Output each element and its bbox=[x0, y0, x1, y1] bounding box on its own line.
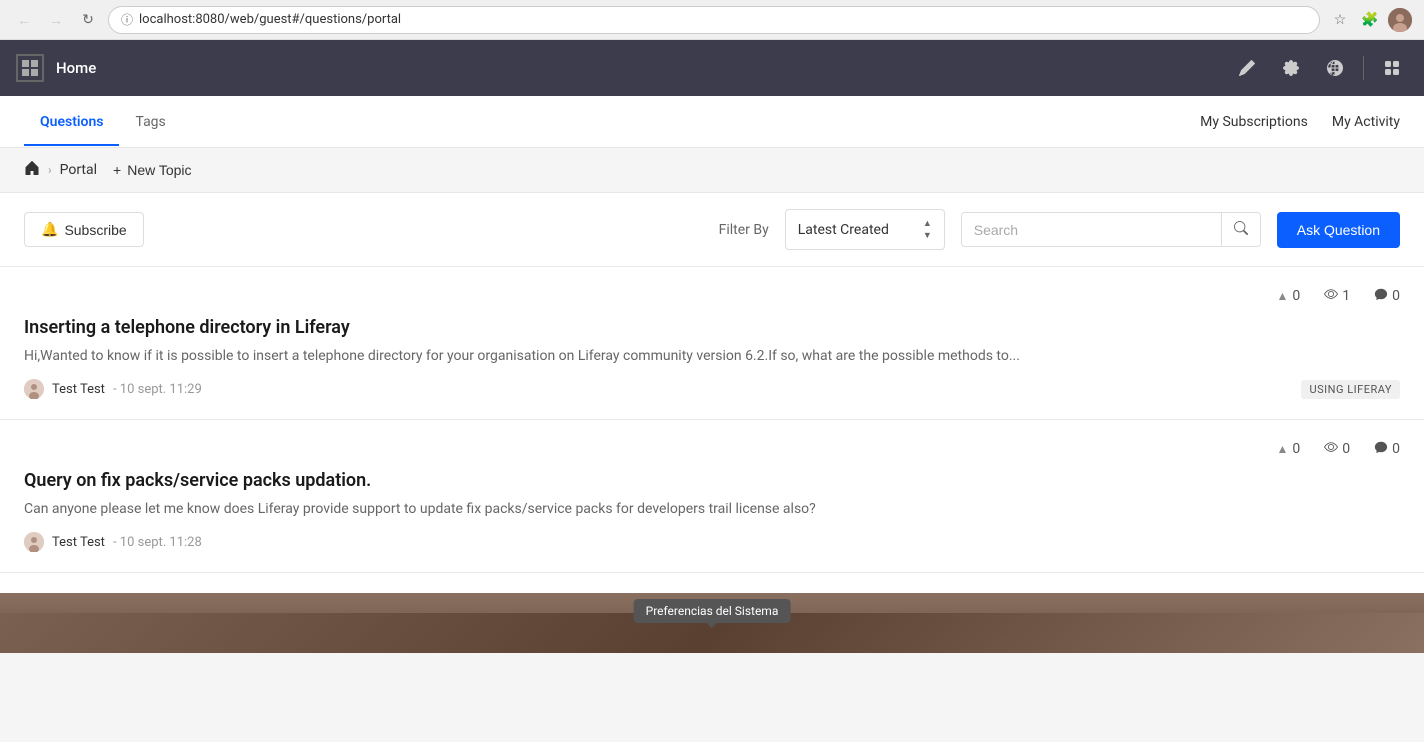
comments-stat: 0 bbox=[1374, 287, 1400, 305]
tab-tags[interactable]: Tags bbox=[119, 98, 181, 146]
filter-selected-value: Latest Created bbox=[798, 222, 919, 238]
filter-by-label: Filter By bbox=[719, 222, 769, 238]
nav-actions: My Subscriptions My Activity bbox=[1200, 114, 1400, 130]
footer-area: Preferencias del Sistema bbox=[0, 593, 1424, 653]
app-logo[interactable] bbox=[16, 54, 44, 82]
profile-button[interactable] bbox=[1388, 8, 1412, 32]
question-meta-top: ▲ 0 0 bbox=[24, 440, 1400, 458]
upvote-icon: ▲ bbox=[1276, 289, 1288, 303]
breadcrumb-portal[interactable]: Portal bbox=[60, 162, 97, 178]
search-input[interactable] bbox=[962, 214, 1221, 246]
tab-questions[interactable]: Questions bbox=[24, 98, 119, 146]
reload-button[interactable]: ↻ bbox=[76, 8, 100, 32]
navbar-divider bbox=[1363, 56, 1364, 80]
filter-select[interactable]: Latest Created ▲ ▼ bbox=[785, 209, 945, 250]
eye-icon bbox=[1324, 287, 1338, 305]
url-text: localhost:8080/web/guest#/questions/port… bbox=[139, 12, 1307, 27]
filter-bar: 🔔 Subscribe Filter By Latest Created ▲ ▼… bbox=[0, 193, 1424, 267]
system-preferences-tooltip: Preferencias del Sistema bbox=[634, 599, 791, 623]
globe-icon-button[interactable] bbox=[1319, 52, 1351, 84]
breadcrumb-chevron: › bbox=[48, 163, 52, 177]
views-stat: 0 bbox=[1324, 440, 1350, 458]
plus-icon: + bbox=[113, 162, 121, 178]
question-title[interactable]: Inserting a telephone directory in Lifer… bbox=[24, 317, 1400, 338]
author-avatar bbox=[24, 379, 44, 399]
question-footer: Test Test - 10 sept. 11:28 bbox=[24, 532, 1400, 552]
new-topic-label: New Topic bbox=[127, 162, 191, 178]
comment-icon bbox=[1374, 287, 1388, 305]
votes-stat: ▲ 0 bbox=[1276, 288, 1300, 304]
subscribe-label: Subscribe bbox=[64, 222, 126, 238]
comments-count: 0 bbox=[1392, 288, 1400, 304]
forward-button[interactable]: → bbox=[44, 8, 68, 32]
question-item: ▲ 0 0 bbox=[0, 420, 1424, 573]
votes-count: 0 bbox=[1292, 441, 1300, 457]
home-breadcrumb-icon[interactable] bbox=[24, 160, 40, 180]
bookmark-star-button[interactable]: ☆ bbox=[1328, 8, 1352, 32]
question-footer: Test Test - 10 sept. 11:29 USING LIFERAY bbox=[24, 379, 1400, 399]
question-meta-top: ▲ 0 1 bbox=[24, 287, 1400, 305]
user-avatar bbox=[1388, 8, 1412, 32]
browser-actions: ☆ 🧩 bbox=[1328, 8, 1412, 32]
home-link[interactable]: Home bbox=[56, 59, 96, 77]
browser-chrome: ← → ↻ ⓘ localhost:8080/web/guest#/questi… bbox=[0, 0, 1424, 40]
eye-icon bbox=[1324, 440, 1338, 458]
comments-count: 0 bbox=[1392, 441, 1400, 457]
new-topic-button[interactable]: + New Topic bbox=[113, 162, 192, 178]
bell-icon: 🔔 bbox=[41, 221, 58, 238]
votes-count: 0 bbox=[1292, 288, 1300, 304]
top-navbar: Home bbox=[0, 40, 1424, 96]
sub-navigation: Questions Tags My Subscriptions My Activ… bbox=[0, 96, 1424, 148]
question-date: - 10 sept. 11:28 bbox=[113, 535, 202, 550]
questions-list: ▲ 0 1 bbox=[0, 267, 1424, 573]
author-avatar bbox=[24, 532, 44, 552]
search-button[interactable] bbox=[1221, 213, 1260, 246]
question-item: ▲ 0 1 bbox=[0, 267, 1424, 420]
settings-icon-button[interactable] bbox=[1275, 52, 1307, 84]
views-stat: 1 bbox=[1324, 287, 1350, 305]
views-count: 1 bbox=[1342, 288, 1350, 304]
extensions-button[interactable]: 🧩 bbox=[1358, 8, 1382, 32]
grid-icon-button[interactable] bbox=[1376, 52, 1408, 84]
main-content: 🔔 Subscribe Filter By Latest Created ▲ ▼… bbox=[0, 193, 1424, 593]
views-count: 0 bbox=[1342, 441, 1350, 457]
votes-stat: ▲ 0 bbox=[1276, 441, 1300, 457]
my-subscriptions-link[interactable]: My Subscriptions bbox=[1200, 114, 1308, 130]
author-name: Test Test bbox=[52, 535, 105, 550]
question-excerpt: Hi,Wanted to know if it is possible to i… bbox=[24, 346, 1400, 367]
comment-icon bbox=[1374, 440, 1388, 458]
subscribe-button[interactable]: 🔔 Subscribe bbox=[24, 212, 144, 247]
lock-icon: ⓘ bbox=[121, 11, 133, 28]
edit-icon-button[interactable] bbox=[1231, 52, 1263, 84]
comments-stat: 0 bbox=[1374, 440, 1400, 458]
question-author: Test Test - 10 sept. 11:28 bbox=[24, 532, 202, 552]
upvote-icon: ▲ bbox=[1276, 442, 1288, 456]
question-author: Test Test - 10 sept. 11:29 bbox=[24, 379, 202, 399]
question-excerpt: Can anyone please let me know does Lifer… bbox=[24, 499, 1400, 520]
ask-question-button[interactable]: Ask Question bbox=[1277, 212, 1400, 248]
sort-arrows-icon: ▲ ▼ bbox=[923, 218, 932, 241]
address-bar[interactable]: ⓘ localhost:8080/web/guest#/questions/po… bbox=[108, 6, 1320, 34]
question-title[interactable]: Query on fix packs/service packs updatio… bbox=[24, 470, 1400, 491]
question-date: - 10 sept. 11:29 bbox=[113, 382, 202, 397]
author-name: Test Test bbox=[52, 382, 105, 397]
my-activity-link[interactable]: My Activity bbox=[1332, 114, 1400, 130]
breadcrumb-bar: › Portal + New Topic bbox=[0, 148, 1424, 193]
back-button[interactable]: ← bbox=[12, 8, 36, 32]
question-tag[interactable]: USING LIFERAY bbox=[1301, 380, 1400, 399]
nav-tabs: Questions Tags bbox=[24, 98, 1200, 146]
search-box bbox=[961, 212, 1261, 247]
